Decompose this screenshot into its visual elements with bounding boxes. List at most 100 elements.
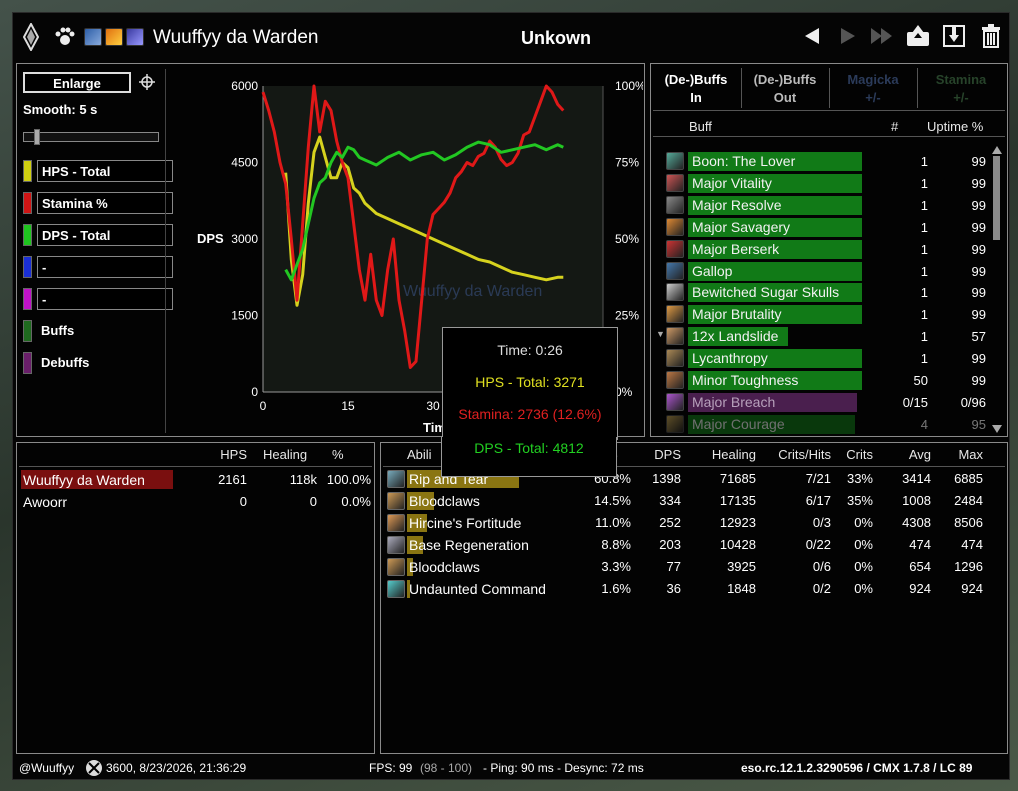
ab-col-max: Max [958,447,983,462]
legend-label: Stamina % [37,192,173,214]
legend-swatch [23,192,32,214]
ability-avg: 3414 [902,471,931,486]
unit-pct: 100.0% [326,472,371,487]
undaunted-icon [387,580,405,598]
graph-panel: Enlarge Smooth: 5 s HPS - Total Stamina %… [16,63,645,440]
ability-dps: 1398 [652,471,681,486]
footer-net: - Ping: 90 ms - Desync: 72 ms [483,761,644,775]
combat-metrics-window: Wuuffyy da Warden Unkown Enlarge Smooth:… [12,12,1010,780]
ability-max: 6885 [954,471,983,486]
unit-pct: 0.0% [341,494,371,509]
ability-crits-hits: 0/3 [812,515,831,530]
smooth-slider[interactable] [23,129,159,145]
left-divider [165,69,166,433]
buff-tab-2[interactable]: Magicka +/- [829,68,915,108]
buff-row[interactable]: Minor Toughness 50 99 [666,370,996,390]
buff-tab-0[interactable]: (De-)Buffs In [653,68,739,108]
buffs-panel: (De-)Buffs In (De-)Buffs Out Magicka +/- Stami… [650,63,1008,437]
ability-avg: 654 [909,559,931,574]
legend-swatch [23,288,32,310]
berserk-icon [666,239,684,258]
ability-pct: 14.5% [594,493,631,508]
buff-row[interactable]: Boon: The Lover 1 99 [666,151,996,171]
trash-icon[interactable] [978,23,1004,49]
buff-row[interactable]: Major Berserk 1 99 [666,239,996,259]
buff-count: 1 [920,154,928,169]
ability-row[interactable]: Bloodclaws 3.3% 77 3925 0/6 0% 654 1296 [385,556,985,578]
rip-tear-icon [387,470,405,488]
ability-avg: 474 [909,537,931,552]
tab-label-line1: (De-)Buffs [753,72,817,87]
ability-row[interactable]: Undaunted Command 1.6% 36 1848 0/2 0% 924 924 [385,578,985,600]
buff-row[interactable]: ▼ 12x Landslide 1 57 [656,326,996,347]
ability-row[interactable]: Hircine's Fortitude 11.0% 252 12923 0/3 0% 430… [385,512,985,534]
prev-fight-icon[interactable] [799,23,825,49]
ab-col-crits-hits: Crits/Hits [778,447,831,462]
ability-dps: 36 [666,581,681,596]
buff-row[interactable]: Lycanthropy 1 99 [666,348,996,369]
unit-name: Wuuffyy da Warden [23,472,145,488]
buff-tab-1[interactable]: (De-)Buffs Out [741,68,827,108]
legend-row-1[interactable]: Stamina % [23,192,173,214]
buff-uptime: 99 [971,373,986,388]
enlarge-button[interactable]: Enlarge [23,72,131,93]
tab-label-line2: In [690,90,702,105]
buff-name: 12x Landslide [692,328,779,345]
ab-col-dps: DPS [654,447,681,462]
ability-row[interactable]: Base Regeneration 8.8% 203 10428 0/22 0% 474 47… [385,534,985,556]
buff-uptime: 99 [971,285,986,301]
buff-name: Major Breach [692,393,776,410]
buffs-scrollbar[interactable] [992,146,1002,434]
buff-row[interactable]: Gallop 1 99 [666,261,996,281]
chart-tooltip-tail: DPS - Total: 4812 [441,437,617,477]
ability-crits-hits: 0/22 [805,537,831,552]
legend-row-3[interactable]: - [23,256,173,278]
buff-uptime: 99 [971,263,986,279]
save-icon[interactable] [941,23,967,49]
ability-healing: 71685 [719,471,756,486]
buff-name: Boon: The Lover [692,153,796,169]
ability-max: 924 [961,581,983,596]
legend-swatch [23,224,32,246]
scroll-up-icon[interactable] [992,146,1002,154]
bloodclaws-icon [387,558,405,576]
ability-dps: 203 [659,537,681,552]
scroll-down-icon[interactable] [992,425,1002,433]
units-col-pct: % [332,447,344,462]
ability-crits: 33% [846,471,873,486]
smooth-slider-knob[interactable] [34,129,41,145]
pawprint-icon[interactable] [53,25,77,49]
buff-row[interactable]: Major Savagery 1 99 [666,217,996,237]
legend-row-2[interactable]: DPS - Total [23,224,173,246]
landslide-icon [666,327,684,346]
legend-row-4[interactable]: - [23,288,173,310]
x-tick-label: 15 [341,399,355,413]
skill-icon-1 [84,28,102,46]
buff-row[interactable]: Bewitched Sugar Skulls 1 99 [666,282,996,303]
tooltip-hps: HPS - Total: 3271 [475,374,585,390]
diamond-icon[interactable] [23,23,39,51]
buff-tab-3[interactable]: Stamina +/- [917,68,1003,108]
crosshair-icon[interactable] [139,74,155,90]
buff-row[interactable]: Major Brutality 1 99 [666,304,996,325]
unit-row[interactable]: Wuuffyy da Warden 2161 118k 100.0% [21,469,371,491]
units-col-hps: HPS [220,447,247,462]
ability-healing: 3925 [727,559,756,574]
buff-row[interactable]: Major Breach 0/15 0/96 [666,392,996,412]
expand-arrow-icon[interactable]: ▼ [656,329,665,339]
buff-row[interactable]: Major Resolve 1 99 [666,195,996,215]
buff-row[interactable]: Major Vitality 1 99 [666,173,996,193]
next-fight-icon[interactable] [835,23,861,49]
scroll-thumb[interactable] [993,156,1000,240]
tab-label-line1: (De-)Buffs [664,72,728,87]
upload-icon[interactable] [905,23,931,49]
buff-uptime: 0/96 [960,394,986,410]
debuffs-swatch [23,352,32,374]
last-fight-icon[interactable] [869,23,895,49]
buff-count: 1 [920,197,928,213]
unit-row[interactable]: Awoorr 0 0 0.0% [21,491,371,513]
buff-row[interactable]: Major Courage 4 95 [666,414,996,434]
legend-row-0[interactable]: HPS - Total [23,160,173,182]
ability-row[interactable]: Bloodclaws 14.5% 334 17135 6/17 35% 1008 2484 [385,490,985,512]
ability-crits: 0% [854,537,873,552]
